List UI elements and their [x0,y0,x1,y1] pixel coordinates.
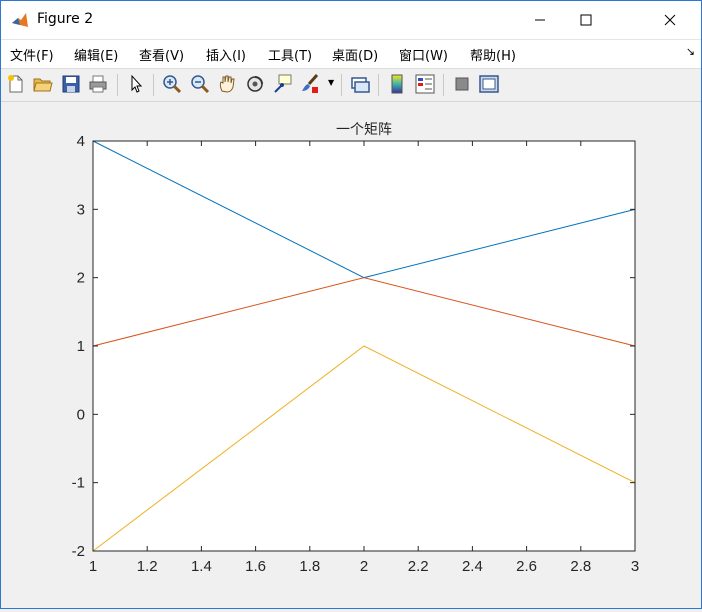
link-plot-icon[interactable] [349,73,371,95]
zoom-out-icon[interactable] [189,73,211,95]
save-icon[interactable] [60,73,82,95]
toolbar-separator [443,74,444,96]
colorbar-icon[interactable] [386,73,408,95]
show-plot-tools-icon[interactable] [478,73,500,95]
y-tick-label: -1 [72,475,85,492]
window-title: Figure 2 [37,11,94,27]
maximize-icon [580,14,592,26]
close-icon [664,14,676,26]
menu-desktop[interactable]: 桌面(D) [332,45,378,64]
menu-edit[interactable]: 编辑(E) [74,45,118,64]
toolbar-separator [378,74,379,96]
data-cursor-icon[interactable] [272,73,294,95]
title-bar: Figure 2 [1,1,701,40]
y-tick-label: 4 [77,133,85,150]
menu-view[interactable]: 查看(V) [139,45,184,64]
y-tick-label: 3 [77,201,85,218]
chart-title: 一个矩阵 [336,121,392,137]
menu-file[interactable]: 文件(F) [10,45,54,64]
y-tick-label: 1 [77,338,85,355]
x-tick-label: 2.4 [462,558,483,575]
menubar-expand-icon[interactable]: ↘ [686,45,695,58]
x-tick-label: 1.6 [245,558,266,575]
menu-bar: 文件(F) 编辑(E) 查看(V) 插入(I) 工具(T) 桌面(D) 窗口(W… [1,40,701,69]
menu-tools[interactable]: 工具(T) [268,45,312,64]
toolbar-separator [341,74,342,96]
pan-icon[interactable] [216,73,238,95]
new-figure-icon[interactable] [5,73,27,95]
x-tick-label: 1.4 [191,558,212,575]
toolbar-separator [153,74,154,96]
hide-plot-tools-icon[interactable] [451,73,473,95]
x-tick-label: 3 [631,558,639,575]
x-tick-label: 1.8 [299,558,320,575]
toolbar-separator [117,74,118,96]
menu-insert[interactable]: 插入(I) [206,45,246,64]
zoom-in-icon[interactable] [161,73,183,95]
brush-icon[interactable] [299,73,321,95]
x-tick-label: 2.6 [516,558,537,575]
rotate-icon[interactable] [244,73,266,95]
minimize-button[interactable] [517,1,563,39]
x-tick-label: 2.2 [408,558,429,575]
y-tick-label: -2 [72,543,85,560]
x-tick-label: 2 [360,558,368,575]
matlab-logo-icon [12,13,28,27]
minimize-icon [535,19,545,21]
close-button[interactable] [647,1,693,39]
x-tick-label: 1.2 [137,558,158,575]
y-tick-label: 2 [77,270,85,287]
figure-window: Figure 2 文件(F) 编辑(E) 查看(V) 插入(I) 工具(T) 桌… [0,0,702,609]
menu-window[interactable]: 窗口(W) [399,45,448,64]
open-icon[interactable] [32,73,54,95]
legend-icon[interactable] [414,73,436,95]
pointer-icon[interactable] [125,73,147,95]
print-icon[interactable] [87,73,109,95]
y-tick-label: 0 [77,406,85,423]
x-tick-label: 2.8 [570,558,591,575]
menu-help[interactable]: 帮助(H) [470,45,516,64]
brush-dropdown-icon[interactable]: ▼ [328,78,334,87]
chart: 1 1.2 1.4 1.6 1.8 2 2.2 2.4 2.6 2.8 3 -2 -1 0 1 2 3 4 一个矩… [72,121,640,575]
maximize-button[interactable] [563,1,609,39]
x-tick-label: 1 [89,558,97,575]
toolbar: ▼ [1,69,701,102]
figure-canvas: 1 1.2 1.4 1.6 1.8 2 2.2 2.4 2.6 2.8 3 -2 -1 0 1 2 3 4 一个矩… [1,102,701,608]
